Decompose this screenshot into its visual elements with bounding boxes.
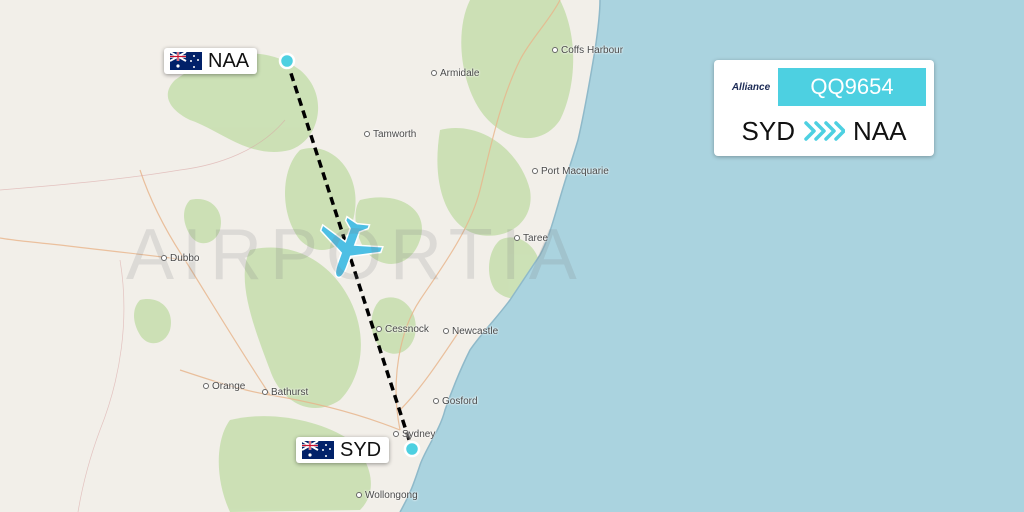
airline-logo-text: Alliance <box>731 81 771 93</box>
flight-number: QQ9654 <box>810 74 894 99</box>
place-label: Dubbo <box>161 253 199 264</box>
place-label: Taree <box>514 233 548 244</box>
place-label: Port Macquarie <box>532 166 609 177</box>
route-summary: SYD NAA <box>714 112 934 150</box>
origin-airport-marker[interactable] <box>403 440 421 458</box>
australia-flag-icon <box>301 440 334 459</box>
map[interactable]: AIRPORTIA Coffs Harbour Armidale Tamwort… <box>0 0 1024 512</box>
place-label: Bathurst <box>262 387 308 398</box>
place-label: Tamworth <box>364 129 416 140</box>
chevrons-right-icon <box>803 120 845 142</box>
place-label: Armidale <box>431 68 479 79</box>
place-label: Gosford <box>433 396 478 407</box>
place-label: Newcastle <box>443 326 498 337</box>
place-label: Sydney <box>393 429 435 440</box>
origin-code: SYD <box>340 438 382 461</box>
australia-flag-icon <box>169 51 202 70</box>
destination-airport-marker[interactable] <box>278 52 296 70</box>
flight-info-card[interactable]: Alliance QQ9654 SYD NAA <box>714 60 934 156</box>
destination-airport-tag[interactable]: NAA <box>164 48 258 74</box>
route-to: NAA <box>853 115 907 146</box>
place-label: Coffs Harbour <box>552 45 623 56</box>
place-label: Orange <box>203 381 245 392</box>
destination-code: NAA <box>208 49 250 72</box>
place-label: Cessnock <box>376 324 429 335</box>
airline-logo: Alliance <box>724 68 778 106</box>
place-label: Wollongong <box>356 490 418 501</box>
route-from: SYD <box>741 115 795 146</box>
origin-airport-tag[interactable]: SYD <box>296 437 390 463</box>
